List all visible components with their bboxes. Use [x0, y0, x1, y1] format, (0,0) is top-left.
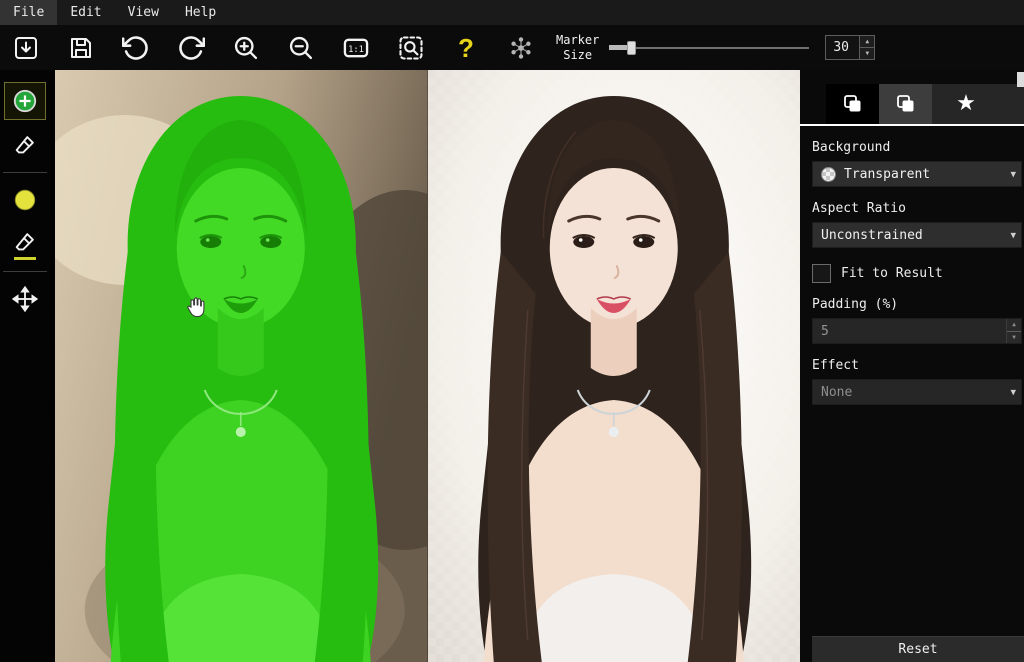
main-body: ★ Background Transparent ▾ Aspect Ratio … — [0, 70, 1024, 662]
padding-input[interactable] — [813, 319, 1006, 343]
zoom-out-button[interactable] — [279, 29, 323, 67]
pan-tool[interactable] — [4, 280, 46, 318]
tool-separator — [3, 172, 47, 173]
zoom-fit-icon — [397, 34, 425, 62]
chevron-down-icon: ▾ — [1010, 386, 1016, 399]
redo-button[interactable] — [169, 29, 213, 67]
eraser-color-icon — [12, 229, 38, 255]
padding-label: Padding (%) — [812, 297, 1024, 312]
save-button[interactable] — [59, 29, 103, 67]
aspect-ratio-value: Unconstrained — [821, 228, 923, 243]
reset-button[interactable]: Reset — [812, 636, 1024, 662]
marker-size-spinbox: ▲ ▼ — [825, 35, 875, 60]
tab-layers-input[interactable] — [826, 84, 879, 124]
star-icon: ★ — [956, 93, 976, 115]
tab-favorites[interactable]: ★ — [932, 84, 1000, 124]
network-icon — [507, 34, 535, 62]
tool-separator — [3, 271, 47, 272]
effect-select[interactable]: None ▾ — [812, 379, 1022, 405]
add-marker-tool[interactable] — [4, 82, 46, 120]
padding-spinbox: ▲ ▼ — [812, 318, 1022, 344]
redo-icon — [177, 34, 205, 62]
settings-panel: ★ Background Transparent ▾ Aspect Ratio … — [800, 70, 1024, 662]
add-marker-icon — [12, 88, 38, 114]
zoom-in-button[interactable] — [224, 29, 268, 67]
chevron-down-icon: ▾ — [1010, 168, 1016, 181]
zoom-fit-button[interactable] — [389, 29, 433, 67]
slider-handle[interactable] — [627, 41, 636, 55]
eraser-color-bar — [14, 257, 36, 260]
zoom-out-icon — [287, 34, 315, 62]
effect-label: Effect — [812, 358, 1024, 373]
panel-corner-highlight — [1017, 72, 1024, 87]
panel-tabs: ★ — [800, 84, 1024, 126]
segment-button[interactable] — [499, 29, 543, 67]
spinner-down-icon[interactable]: ▼ — [1007, 332, 1021, 344]
mask-editor-pane[interactable] — [55, 70, 428, 662]
effect-value: None — [821, 385, 852, 400]
zoom-actual-icon: 1:1 — [342, 34, 370, 62]
fit-to-result-label: Fit to Result — [841, 266, 943, 281]
open-image-icon — [12, 34, 40, 62]
marker-color-icon — [12, 187, 38, 213]
eraser-tool[interactable] — [4, 225, 46, 263]
zoom-in-icon — [232, 34, 260, 62]
chevron-down-icon: ▾ — [1010, 229, 1016, 242]
open-image-button[interactable] — [4, 29, 48, 67]
background-label: Background — [812, 140, 1024, 155]
erase-marker-tool[interactable] — [4, 126, 46, 164]
tool-sidebar — [0, 70, 50, 662]
move-icon — [12, 286, 38, 312]
layers-icon — [841, 92, 865, 116]
menu-help[interactable]: Help — [172, 0, 229, 25]
aspect-ratio-select[interactable]: Unconstrained ▾ — [812, 222, 1022, 248]
save-icon — [67, 34, 95, 62]
marker-size-input[interactable] — [826, 36, 859, 59]
background-select[interactable]: Transparent ▾ — [812, 161, 1022, 187]
undo-icon — [122, 34, 150, 62]
menu-bar: File Edit View Help — [0, 0, 1024, 25]
spinner-up-icon[interactable]: ▲ — [860, 36, 874, 48]
padding-spinners: ▲ ▼ — [1006, 319, 1021, 343]
slider-track[interactable] — [609, 47, 809, 49]
menu-file[interactable]: File — [0, 0, 57, 25]
svg-text:1:1: 1:1 — [348, 45, 364, 55]
spinner-down-icon[interactable]: ▼ — [860, 48, 874, 59]
fit-to-result-row: Fit to Result — [812, 264, 1024, 283]
marker-color-tool[interactable] — [4, 181, 46, 219]
tab-strip-filler — [1000, 84, 1024, 124]
main-toolbar: 1:1 ? — [0, 25, 1024, 70]
menu-edit[interactable]: Edit — [57, 0, 114, 25]
marker-size-slider[interactable] — [609, 38, 809, 58]
aspect-ratio-label: Aspect Ratio — [812, 201, 1024, 216]
help-button[interactable]: ? — [444, 29, 488, 67]
transparent-swatch-icon — [821, 167, 836, 182]
fit-to-result-checkbox[interactable] — [812, 264, 831, 283]
marker-size-label: Marker Size — [556, 33, 599, 62]
application-window: File Edit View Help — [0, 0, 1024, 662]
result-portrait-image — [428, 70, 801, 662]
background-value: Transparent — [844, 167, 930, 182]
zoom-actual-button[interactable]: 1:1 — [334, 29, 378, 67]
masked-portrait-image[interactable] — [55, 70, 428, 662]
canvas-area — [50, 70, 800, 662]
undo-button[interactable] — [114, 29, 158, 67]
menu-view[interactable]: View — [115, 0, 172, 25]
marker-size-spinners: ▲ ▼ — [859, 36, 874, 59]
spinner-up-icon[interactable]: ▲ — [1007, 319, 1021, 332]
tab-layers-output[interactable] — [879, 84, 932, 124]
help-icon: ? — [458, 35, 474, 61]
result-preview-pane[interactable] — [428, 70, 801, 662]
eraser-icon — [12, 132, 38, 158]
layers-icon — [894, 92, 918, 116]
